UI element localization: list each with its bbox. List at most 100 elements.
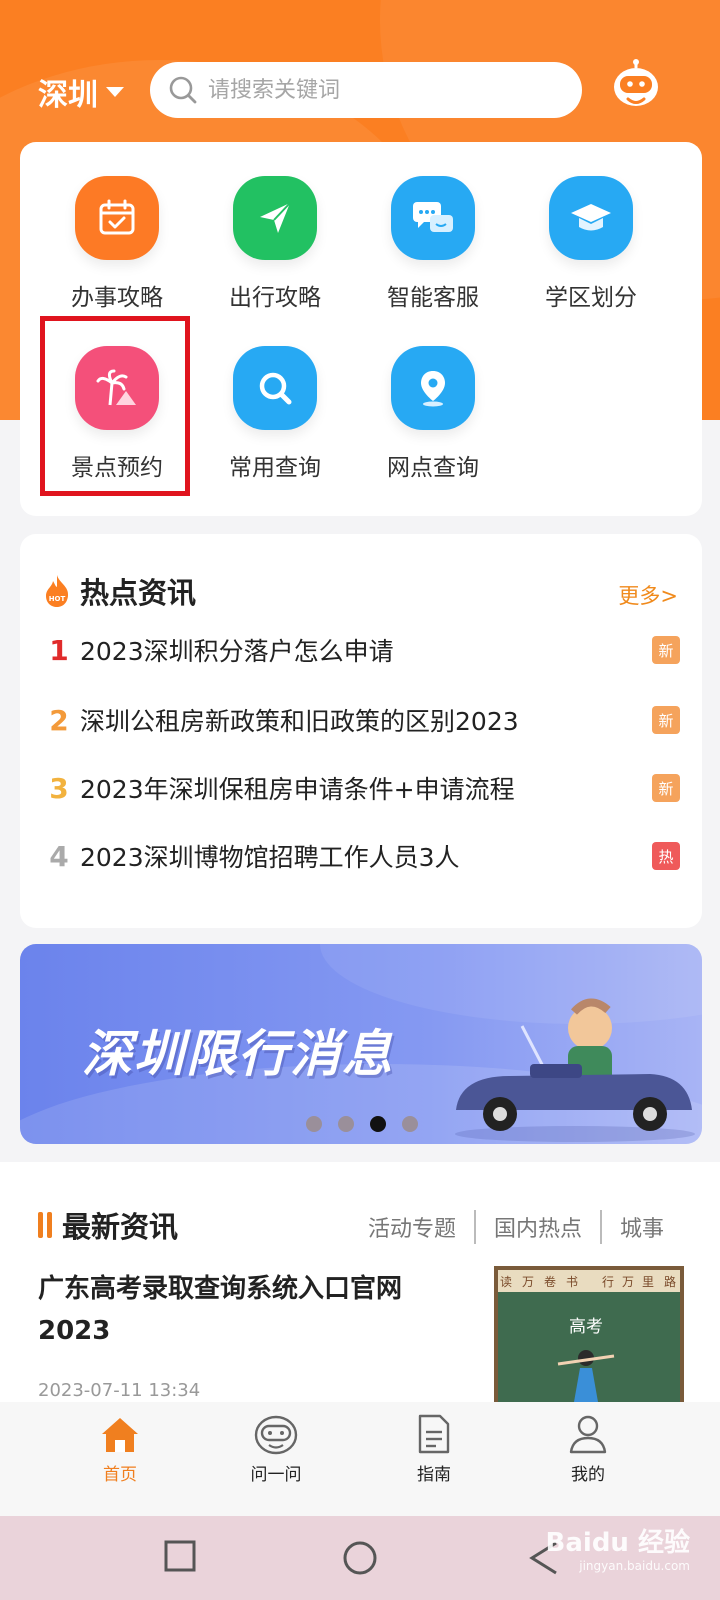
news-item[interactable]: 2 深圳公租房新政策和旧政策的区别2023 新 (44, 700, 680, 740)
flame-hot-icon: HOT (46, 575, 69, 607)
carousel-dot[interactable] (402, 1116, 418, 1132)
article-date: 2023-07-11 13:34 (38, 1380, 201, 1401)
board-text: 高考 (569, 1317, 603, 1337)
news-text: 深圳公租房新政策和旧政策的区别2023 (80, 707, 519, 736)
search-input[interactable] (208, 77, 568, 103)
new-badge: 新 (652, 774, 680, 802)
article-thumbnail[interactable]: 读 万 卷 书 行 万 里 路 高考 (494, 1266, 684, 1402)
tab-label: 问一问 (250, 1465, 302, 1485)
hot-news-title: 热点资讯 (80, 576, 197, 610)
news-rank: 2 (49, 703, 69, 737)
carousel-dot[interactable] (338, 1116, 354, 1132)
service-item-travel[interactable]: 出行攻略 (200, 176, 350, 336)
tab-guide[interactable]: 指南 (374, 1412, 494, 1506)
thumb-label: 书 (566, 1275, 578, 1289)
news-item[interactable]: 3 2023年深圳保租房申请条件+申请流程 新 (44, 768, 680, 808)
more-link[interactable]: 更多> (618, 580, 678, 610)
promo-banner[interactable]: 深圳限行消息 (20, 944, 702, 1144)
latest-news-section: 最新资讯 活动专题 国内热点 城事 广东高考录取查询系统入口官网2023 202… (0, 1162, 720, 1402)
home-icon (102, 1418, 138, 1452)
thumb-label: 读 (500, 1275, 512, 1289)
hot-badge: 热 (652, 842, 680, 870)
news-item[interactable]: 1 2023深圳积分落户怎么申请 新 (44, 630, 680, 670)
service-item-customer-service[interactable]: 智能客服 (358, 176, 508, 336)
service-icon-bg (233, 176, 317, 260)
service-item-common-query[interactable]: 常用查询 (200, 346, 350, 506)
tab-ask[interactable]: 问一问 (216, 1412, 336, 1506)
carousel-dots (306, 1116, 418, 1132)
hot-news-header: HOT 热点资讯 (42, 570, 196, 612)
carousel-dot-active[interactable] (370, 1116, 386, 1132)
service-label: 出行攻略 (229, 285, 321, 311)
service-item-scenic-booking[interactable]: 景点预约 (42, 346, 192, 506)
latest-news-header: 最新资讯 (38, 1204, 178, 1246)
news-item[interactable]: 4 2023深圳博物馆招聘工作人员3人 热 (44, 836, 680, 876)
recent-apps-icon[interactable] (164, 1540, 196, 1572)
category-tabs: 活动专题 国内热点 城事 (368, 1210, 664, 1244)
service-label: 学区划分 (545, 285, 637, 311)
chat-bubbles-icon (413, 202, 453, 232)
service-icon-bg (233, 346, 317, 430)
news-rank: 4 (49, 839, 69, 873)
news-rank: 3 (49, 771, 69, 805)
robot-icon (254, 1415, 298, 1455)
thumb-label: 行 (602, 1275, 614, 1289)
location-pin-icon (421, 371, 445, 407)
car-driver-illustration (455, 998, 695, 1142)
service-icon-bg (75, 176, 159, 260)
tab-domestic-hot[interactable]: 国内热点 (494, 1211, 582, 1243)
service-grid: 办事攻略 出行攻略 智能客服 学区划分 景点预约 常用查询 网点查询 (20, 142, 702, 516)
palm-tree-icon (96, 369, 136, 406)
hot-news-card: HOT 热点资讯 更多> 1 2023深圳积分落户怎么申请 新 2 深圳公租房新… (20, 534, 702, 928)
section-marker-icon (38, 1212, 52, 1238)
watermark-brand: Baidu 经验 (545, 1528, 690, 1558)
service-label: 智能客服 (387, 285, 479, 311)
news-text: 2023深圳积分落户怎么申请 (80, 637, 394, 666)
service-label: 常用查询 (229, 455, 321, 481)
search-icon (169, 76, 197, 104)
thumb-label: 万 (522, 1275, 534, 1289)
new-badge: 新 (652, 636, 680, 664)
news-text: 2023深圳博物馆招聘工作人员3人 (80, 843, 460, 872)
city-label: 深圳 (38, 78, 98, 113)
city-selector[interactable]: 深圳 (38, 70, 124, 114)
tab-label: 我的 (571, 1465, 605, 1485)
service-icon-bg (549, 176, 633, 260)
news-text: 2023年深圳保租房申请条件+申请流程 (80, 775, 515, 804)
tab-divider (600, 1210, 603, 1244)
carousel-dot[interactable] (306, 1116, 322, 1132)
new-badge: 新 (652, 706, 680, 734)
bottom-tab-bar: 首页 问一问 指南 我的 (0, 1402, 720, 1516)
tab-activity[interactable]: 活动专题 (368, 1211, 456, 1243)
service-label: 网点查询 (387, 455, 479, 481)
search-bar[interactable] (150, 62, 582, 118)
caret-down-icon (106, 87, 124, 97)
tab-label: 首页 (103, 1465, 137, 1485)
thumb-label: 里 (642, 1275, 654, 1289)
service-item-outlet-query[interactable]: 网点查询 (358, 346, 508, 506)
top-header: 深圳 (0, 58, 720, 126)
banner-title: 深圳限行消息 (82, 1025, 394, 1083)
service-icon-bg (391, 176, 475, 260)
service-icon-bg (391, 346, 475, 430)
tab-city-affairs[interactable]: 城事 (620, 1211, 664, 1243)
exam-classroom-image: 读 万 卷 书 行 万 里 路 高考 (498, 1270, 680, 1402)
user-icon (569, 1415, 607, 1454)
tab-home[interactable]: 首页 (60, 1412, 180, 1506)
service-item-guide[interactable]: 办事攻略 (42, 176, 192, 336)
tab-mine[interactable]: 我的 (528, 1412, 648, 1506)
robot-assistant-icon[interactable] (608, 58, 664, 114)
service-item-school-district[interactable]: 学区划分 (516, 176, 666, 336)
graduation-cap-icon (571, 204, 611, 231)
hot-badge-text: HOT (49, 595, 66, 603)
thumb-label: 路 (664, 1274, 676, 1289)
service-label: 景点预约 (71, 455, 163, 481)
service-label: 办事攻略 (71, 285, 163, 311)
paper-plane-icon (260, 202, 291, 233)
article-title[interactable]: 广东高考录取查询系统入口官网2023 (38, 1268, 458, 1352)
thumb-label: 万 (622, 1275, 634, 1289)
news-rank: 1 (49, 633, 69, 667)
search-icon (259, 372, 292, 405)
latest-news-title: 最新资讯 (62, 1210, 179, 1244)
home-circle-icon[interactable] (342, 1540, 378, 1576)
